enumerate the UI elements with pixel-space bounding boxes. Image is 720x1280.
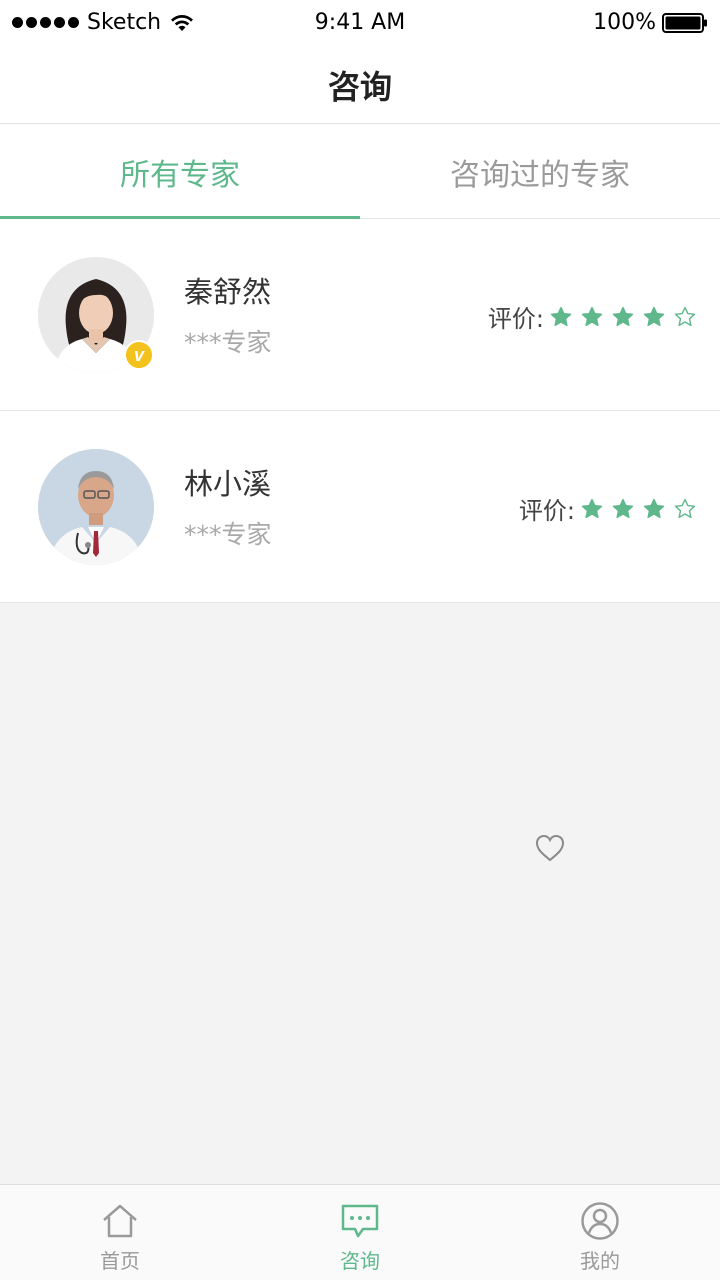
status-right: 100% (593, 10, 708, 35)
rating: 评价: (519, 491, 696, 526)
battery-percentage: 100% (593, 10, 656, 35)
bottom-tab-bar: 首页 咨询 我的 (0, 1184, 720, 1280)
star-rating (581, 498, 696, 520)
tab-all-experts-label: 所有专家 (120, 157, 240, 193)
star-filled-icon (643, 306, 665, 326)
expert-name: 林小溪 (184, 467, 272, 501)
star-empty-icon (674, 306, 696, 326)
home-icon (103, 1204, 137, 1238)
expert-title: ***专家 (184, 520, 272, 549)
battery-icon (662, 12, 707, 33)
rating-label: 评价: (518, 497, 575, 525)
star-filled-icon (612, 306, 634, 326)
tab-bar-label: 咨询 (340, 1249, 380, 1273)
expert-row[interactable]: v 秦舒然 ***专家 评价: (0, 219, 720, 411)
expert-title: ***专家 (184, 328, 272, 357)
star-filled-icon (550, 306, 572, 326)
page-title: 咨询 (327, 68, 392, 106)
rating-label: 评价: (487, 305, 544, 333)
tab-bar-item-home[interactable]: 首页 (0, 1185, 240, 1280)
tab-all-experts[interactable]: 所有专家 (0, 124, 360, 220)
star-rating (550, 306, 696, 328)
heart-icon[interactable] (534, 833, 566, 863)
tab-bar-item-profile[interactable]: 我的 (480, 1185, 720, 1280)
star-filled-icon (643, 498, 665, 518)
tab-bar-item-consult[interactable]: 咨询 (240, 1185, 480, 1280)
expert-list: v 秦舒然 ***专家 评价: 林小溪 ***专家 评价: (0, 219, 720, 603)
rating: 评价: (488, 299, 696, 334)
expert-row[interactable]: 林小溪 ***专家 评价: (0, 411, 720, 603)
star-empty-icon (674, 498, 696, 518)
star-filled-icon (581, 306, 603, 326)
doctor-male-avatar-image (38, 449, 154, 565)
star-filled-icon (581, 498, 603, 518)
chat-icon (341, 1204, 379, 1238)
vip-badge: v (124, 340, 154, 370)
tab-bar-label: 我的 (580, 1249, 620, 1273)
avatar (38, 449, 154, 565)
nav-header: 咨询 (0, 46, 720, 124)
tab-consulted-experts[interactable]: 咨询过的专家 (360, 124, 720, 219)
tab-consulted-experts-label: 咨询过的专家 (450, 157, 630, 193)
profile-icon (581, 1202, 619, 1240)
star-filled-icon (612, 498, 634, 518)
expert-name: 秦舒然 (184, 275, 272, 309)
tab-bar-top: 所有专家 咨询过的专家 (0, 124, 720, 220)
status-bar: Sketch 9:41 AM 100% (0, 0, 720, 46)
tab-bar-label: 首页 (100, 1249, 140, 1273)
